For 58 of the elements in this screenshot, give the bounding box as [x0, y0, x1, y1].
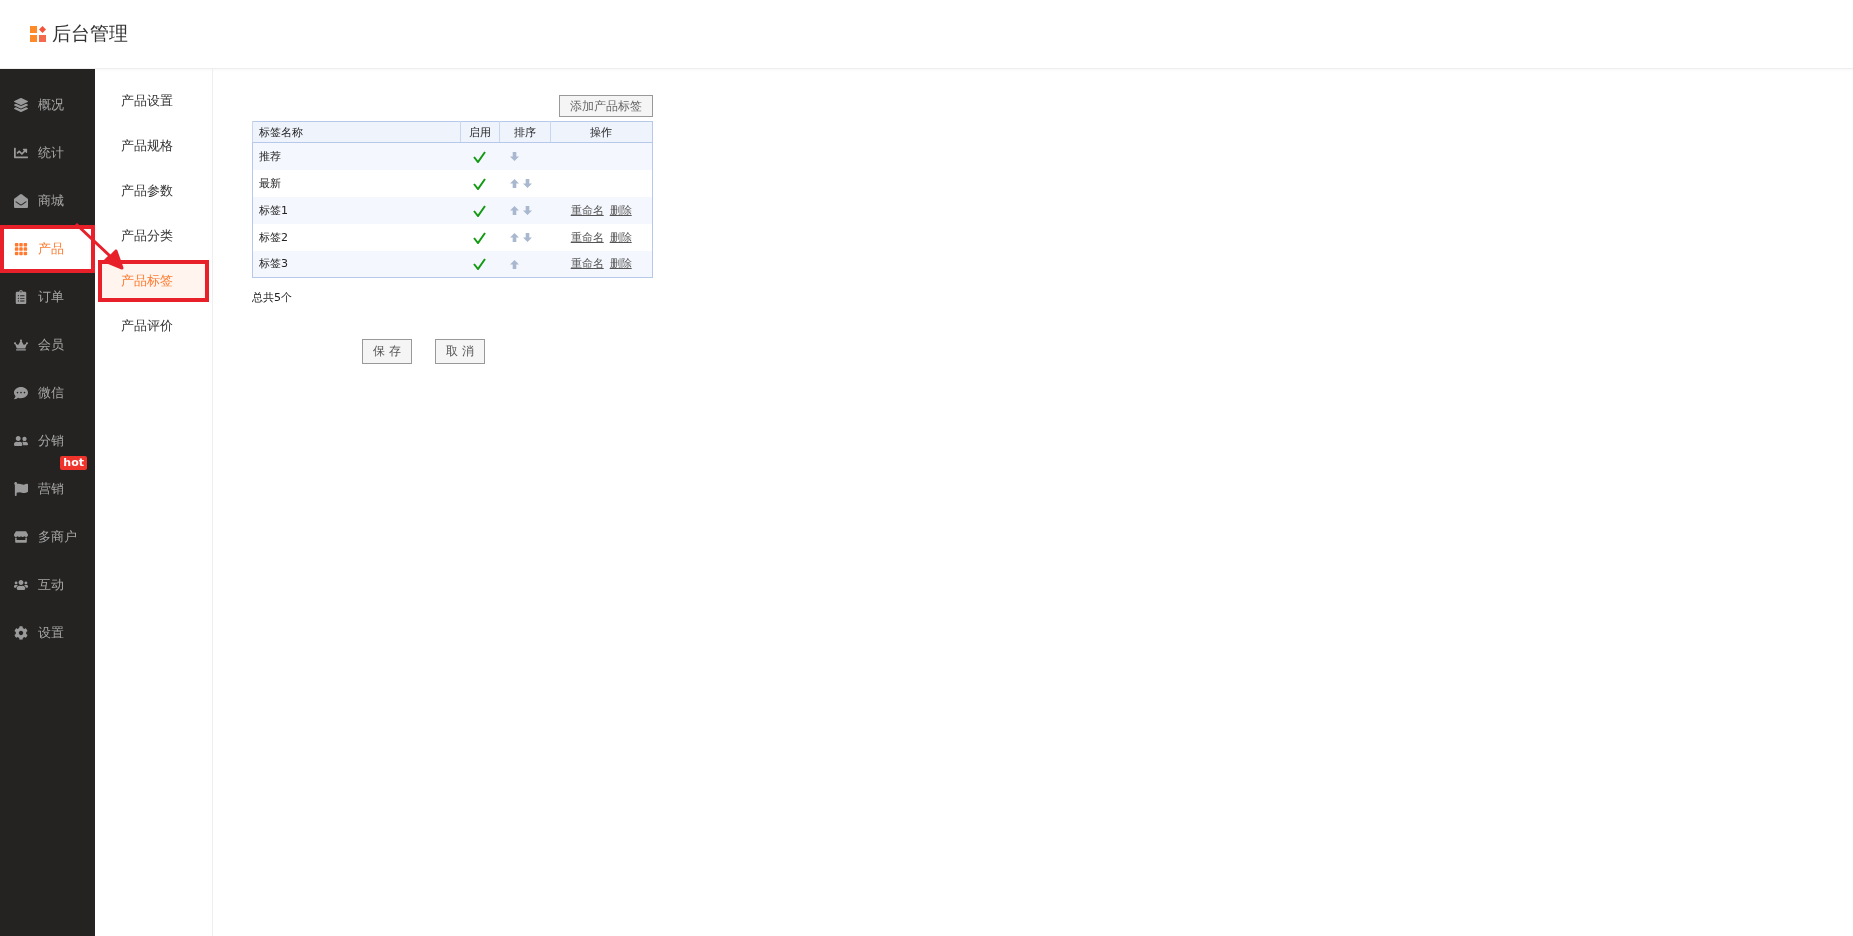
clipboard-icon — [14, 290, 28, 304]
rename-link[interactable]: 重命名 — [570, 203, 604, 217]
grid-icon — [14, 242, 28, 256]
delete-link[interactable]: 删除 — [609, 230, 632, 244]
sidebar-item[interactable]: 订单 — [0, 280, 95, 314]
table-cell: 最新 — [252, 169, 461, 197]
delete-link[interactable]: 删除 — [609, 257, 632, 271]
down-arrow-icon[interactable] — [509, 152, 519, 162]
table-cell: 推荐 — [252, 142, 461, 170]
add-tag-button[interactable]: 添加产品标签 — [559, 95, 653, 117]
sidebar-item[interactable]: 互动 — [0, 568, 95, 602]
cancel-button[interactable]: 取 消 — [435, 339, 485, 364]
app-title: 后台管理 — [52, 21, 128, 46]
table-cell: 标签1 — [252, 196, 461, 224]
sidebar-item[interactable]: 多商户 — [0, 520, 95, 554]
crown-icon — [14, 338, 28, 352]
envelope-icon — [14, 194, 28, 208]
up-arrow-icon[interactable] — [509, 206, 519, 215]
up-arrow-icon[interactable] — [509, 233, 519, 242]
total-count: 总共5个 — [252, 290, 292, 305]
submenu-item[interactable]: 产品设置 — [101, 83, 206, 119]
up-arrow-icon[interactable] — [509, 179, 519, 188]
delete-link[interactable]: 删除 — [609, 203, 632, 217]
sidebar-item[interactable]: 分销 — [0, 424, 95, 458]
table-cell: 标签2 — [252, 223, 461, 251]
save-button[interactable]: 保 存 — [362, 339, 412, 364]
submenu-item[interactable]: 产品规格 — [101, 128, 206, 164]
sidebar-item[interactable]: 设置 — [0, 616, 95, 650]
rename-link[interactable]: 重命名 — [570, 257, 604, 271]
column-header: 操作 — [550, 121, 653, 143]
hot-badge: hot — [60, 456, 87, 470]
logo-icon — [30, 25, 46, 43]
column-header: 排序 — [499, 121, 551, 143]
sidebar-item[interactable]: 微信 — [0, 376, 95, 410]
submenu-item[interactable]: 产品评价 — [101, 308, 206, 344]
sidebar-item[interactable]: 商城 — [0, 184, 95, 218]
column-header: 标签名称 — [252, 121, 461, 143]
chart-icon — [14, 146, 28, 160]
people-icon — [14, 578, 28, 592]
users-icon — [14, 434, 28, 448]
sidebar-item[interactable]: 概况 — [0, 88, 95, 122]
flag-icon — [14, 482, 28, 496]
down-arrow-icon[interactable] — [522, 179, 532, 188]
rename-link[interactable]: 重命名 — [570, 230, 604, 244]
submenu-item[interactable]: 产品参数 — [101, 173, 206, 209]
submenu-item[interactable]: 产品分类 — [101, 218, 206, 254]
down-arrow-icon[interactable] — [522, 233, 532, 242]
down-arrow-icon[interactable] — [522, 206, 532, 215]
table-cell: 标签3 — [252, 250, 461, 278]
chat-icon — [14, 386, 28, 400]
settings-icon — [14, 626, 28, 640]
sidebar-item[interactable]: 统计 — [0, 136, 95, 170]
sidebar-item[interactable]: 会员 — [0, 328, 95, 362]
column-header: 启用 — [460, 121, 500, 143]
store-icon — [14, 530, 28, 544]
up-arrow-icon[interactable] — [509, 259, 519, 269]
layers-icon — [14, 98, 28, 112]
sidebar-item[interactable]: 营销 — [0, 472, 95, 506]
